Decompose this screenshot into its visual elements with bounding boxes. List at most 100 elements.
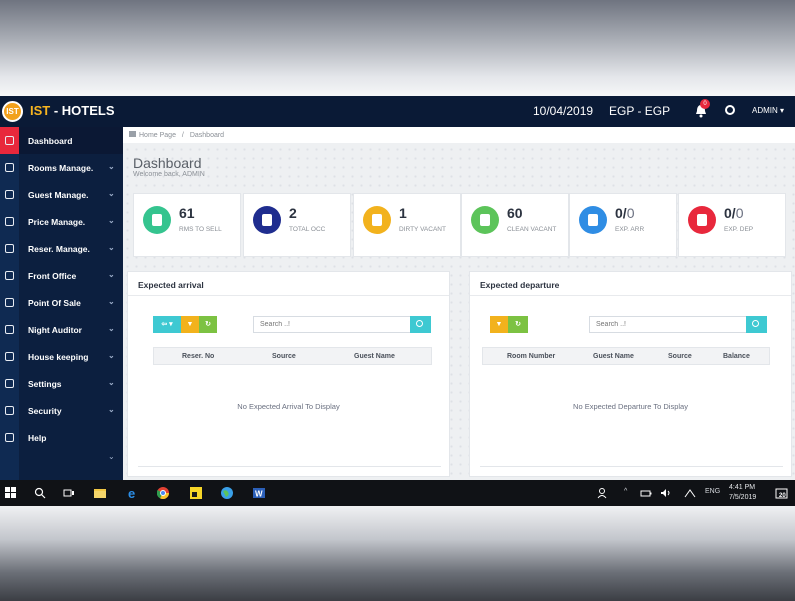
search-icon[interactable] <box>410 316 431 333</box>
brand-logo: IST <box>2 101 23 122</box>
chevron-up-icon[interactable]: ^ <box>624 488 627 495</box>
stat-card-exp-dep[interactable]: 0/0 EXP. DEP <box>678 193 786 257</box>
sidebar-item-help[interactable]: Help <box>0 424 123 451</box>
sidebar-item-label: Security <box>28 406 62 416</box>
sidebar-item-rooms[interactable]: Rooms Manage. ⌄ <box>0 154 123 181</box>
column-header[interactable]: Reser. No <box>182 353 214 360</box>
sidebar: Dashboard Rooms Manage. ⌄ Guest Manage. … <box>0 127 123 480</box>
system-clock[interactable]: 4:41 PM 7/5/2019 <box>729 483 756 503</box>
stat-value: 1 <box>399 205 407 221</box>
language-indicator[interactable]: ENG <box>705 488 720 495</box>
chrome-browser-icon[interactable] <box>157 487 169 499</box>
stat-card-clean-vacant[interactable]: 60 CLEAN VACANT <box>461 193 569 257</box>
stat-label: EXP. DEP <box>724 226 754 233</box>
photo-background-top <box>0 0 795 96</box>
currency-selector[interactable]: EGP - EGP <box>609 104 670 118</box>
stat-label: TOTAL OCC <box>289 226 326 233</box>
auditor-icon <box>0 316 19 343</box>
rooms-to-sell-icon <box>143 206 171 234</box>
sidebar-item-dashboard[interactable]: Dashboard <box>0 127 123 154</box>
column-header[interactable]: Balance <box>723 353 750 360</box>
expected-arrival-panel: Expected arrival ⇦ ▾ ▼ ↻ Reser. No Sourc… <box>127 271 450 477</box>
sidebar-item-label: Front Office <box>28 271 77 281</box>
cart-icon <box>0 289 19 316</box>
expected-departure-panel: Expected departure ▼ ↻ Room Number Guest… <box>469 271 792 477</box>
sidebar-item-label: Night Auditor <box>28 325 82 335</box>
sticky-notes-icon[interactable] <box>190 487 202 499</box>
filter-button[interactable]: ▼ <box>490 316 508 333</box>
stat-value: 0/0 <box>615 205 635 221</box>
empty-message: No Expected Departure To Display <box>573 402 688 411</box>
column-header[interactable]: Guest Name <box>354 353 395 360</box>
sidebar-item-point-of-sale[interactable]: Point Of Sale ⌄ <box>0 289 123 316</box>
file-explorer-icon[interactable] <box>94 487 106 499</box>
volume-icon[interactable] <box>660 487 672 499</box>
top-navbar: IST IST - HOTELS 10/04/2019 EGP - EGP 0 … <box>0 96 795 127</box>
edge-browser-icon[interactable]: e <box>127 487 139 499</box>
breadcrumb-current: Dashboard <box>189 132 225 139</box>
home-icon <box>129 131 136 137</box>
gear-icon <box>0 370 19 397</box>
breadcrumb-home-link[interactable]: Home Page <box>139 132 176 139</box>
sidebar-item-label: Rooms Manage. <box>28 163 94 173</box>
arrival-table-header: Reser. No Source Guest Name <box>153 347 432 365</box>
brand-separator: - <box>50 103 62 118</box>
notification-badge: 0 <box>700 99 710 109</box>
stat-label: RMS TO SELL <box>179 226 222 233</box>
sidebar-collapse-chevron-icon[interactable]: ⌄ <box>108 452 115 461</box>
brand-name[interactable]: IST - HOTELS <box>30 103 115 118</box>
column-header[interactable]: Guest Name <box>593 353 634 360</box>
globe-icon[interactable] <box>725 105 735 115</box>
panel-title: Expected departure <box>470 272 791 296</box>
column-header[interactable]: Room Number <box>507 353 555 360</box>
monitor-screen: IST IST - HOTELS 10/04/2019 EGP - EGP 0 … <box>0 96 795 506</box>
export-button[interactable]: ⇦ ▾ <box>153 316 181 333</box>
breadcrumb: Home Page / Dashboard <box>123 127 795 143</box>
search-icon[interactable] <box>746 316 767 333</box>
chevron-down-icon: ⌄ <box>108 243 115 252</box>
stat-value: 61 <box>179 205 195 221</box>
stat-card-dirty-vacant[interactable]: 1 DIRTY VACANT <box>353 193 461 257</box>
refresh-button[interactable]: ↻ <box>199 316 217 333</box>
chevron-down-icon: ⌄ <box>108 378 115 387</box>
refresh-button[interactable]: ↻ <box>508 316 528 333</box>
battery-icon[interactable] <box>640 487 652 499</box>
globe-app-icon[interactable] <box>221 487 233 499</box>
windows-start-icon[interactable] <box>5 487 17 499</box>
word-icon[interactable]: W <box>253 487 265 499</box>
stat-value: 2 <box>289 205 297 221</box>
clock-time: 4:41 PM <box>729 484 756 491</box>
sidebar-item-settings[interactable]: Settings ⌄ <box>0 370 123 397</box>
sidebar-item-label: House keeping <box>28 352 89 362</box>
sidebar-item-night-auditor[interactable]: Night Auditor ⌄ <box>0 316 123 343</box>
network-icon[interactable] <box>684 487 696 499</box>
user-menu[interactable]: ADMIN ▾ <box>752 106 784 115</box>
bank-icon <box>253 206 281 234</box>
reservation-icon <box>0 235 19 262</box>
dirty-vacant-icon <box>363 206 391 234</box>
column-header[interactable]: Source <box>272 353 296 360</box>
column-header[interactable]: Source <box>668 353 692 360</box>
search-input[interactable] <box>590 317 747 332</box>
chevron-down-icon: ⌄ <box>108 216 115 225</box>
chevron-down-icon: ⌄ <box>108 324 115 333</box>
sidebar-item-reservations[interactable]: Reser. Manage. ⌄ <box>0 235 123 262</box>
departure-table-header: Room Number Guest Name Source Balance <box>482 347 770 365</box>
sidebar-item-housekeeping[interactable]: House keeping ⌄ <box>0 343 123 370</box>
sidebar-item-security[interactable]: Security ⌄ <box>0 397 123 424</box>
filter-button[interactable]: ▼ <box>181 316 199 333</box>
stat-card-exp-arr[interactable]: 0/0 EXP. ARR <box>569 193 677 257</box>
search-icon[interactable] <box>34 487 46 499</box>
rooms-icon <box>0 154 19 181</box>
sidebar-item-guests[interactable]: Guest Manage. ⌄ <box>0 181 123 208</box>
stat-card-total-occ[interactable]: 2 TOTAL OCC <box>243 193 351 257</box>
task-view-icon[interactable] <box>63 487 75 499</box>
sidebar-item-front-office[interactable]: Front Office ⌄ <box>0 262 123 289</box>
people-icon[interactable] <box>597 487 609 499</box>
lock-icon <box>0 397 19 424</box>
stat-card-rooms-to-sell[interactable]: 61 RMS TO SELL <box>133 193 241 257</box>
clean-vacant-icon <box>471 206 499 234</box>
search-input[interactable] <box>254 317 411 332</box>
stat-label: EXP. ARR <box>615 226 645 233</box>
sidebar-item-price[interactable]: Price Manage. ⌄ <box>0 208 123 235</box>
